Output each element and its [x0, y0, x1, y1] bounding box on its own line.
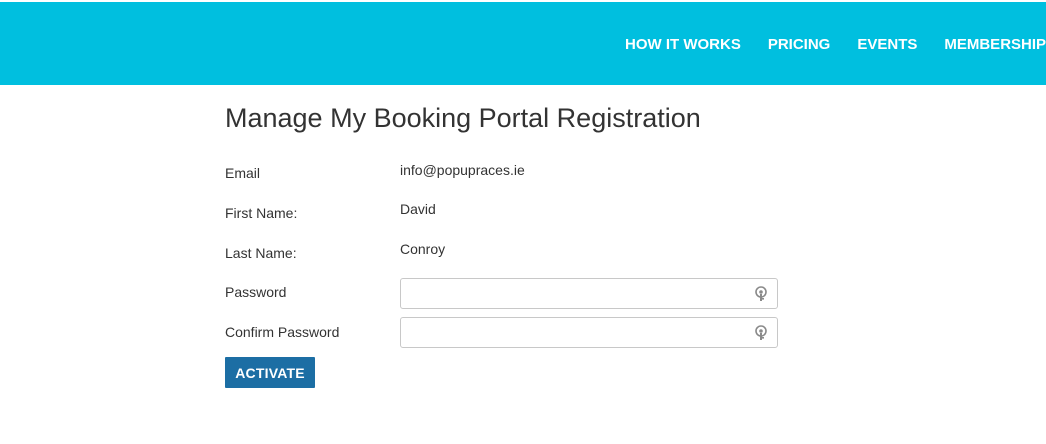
activate-button[interactable]: ACTIVATE — [225, 357, 315, 388]
confirm-password-input[interactable] — [401, 318, 757, 347]
top-header-bar: HOW IT WORKS PRICING EVENTS MEMBERSHIP — [0, 0, 1046, 85]
key-icon[interactable] — [754, 325, 768, 341]
main-nav: HOW IT WORKS PRICING EVENTS MEMBERSHIP — [625, 35, 1046, 55]
email-value: info@popupraces.ie — [400, 162, 525, 178]
confirm-password-field — [400, 317, 778, 348]
nav-membership[interactable]: MEMBERSHIP — [944, 35, 1046, 55]
last-name-label: Last Name: — [225, 245, 297, 261]
password-input[interactable] — [401, 279, 757, 308]
last-name-value: Conroy — [400, 241, 446, 257]
email-label: Email — [225, 165, 261, 181]
nav-events[interactable]: EVENTS — [857, 35, 917, 55]
password-label: Password — [225, 284, 287, 300]
nav-pricing[interactable]: PRICING — [768, 35, 831, 55]
first-name-label: First Name: — [225, 205, 298, 221]
page-title: Manage My Booking Portal Registration — [225, 103, 701, 133]
password-field — [400, 278, 778, 309]
first-name-value: David — [400, 201, 436, 217]
confirm-password-label: Confirm Password — [225, 324, 340, 340]
key-icon[interactable] — [754, 286, 768, 302]
nav-how-it-works[interactable]: HOW IT WORKS — [625, 35, 741, 55]
